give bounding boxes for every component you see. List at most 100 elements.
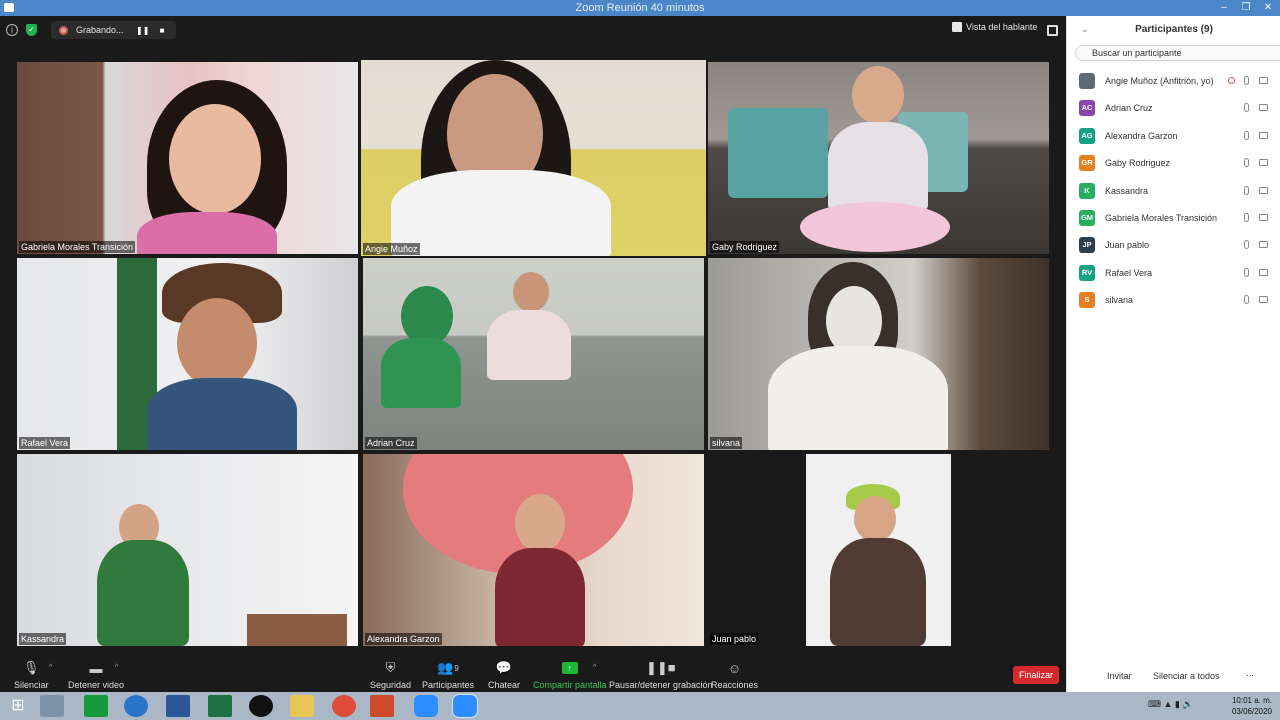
participant-camera-icon[interactable] bbox=[1259, 214, 1268, 221]
video-tile[interactable]: silvana bbox=[708, 258, 1049, 450]
microphone-icon: 🎙 bbox=[22, 660, 40, 675]
restore-icon[interactable]: ❐ bbox=[1236, 0, 1256, 16]
participant-camera-icon[interactable] bbox=[1259, 159, 1268, 167]
system-clock[interactable]: 10:01 a. m. 03/06/2020 bbox=[1232, 695, 1272, 717]
tile-name-label: Adrian Cruz bbox=[365, 437, 417, 449]
speaker-view-button[interactable]: Vista del hablante bbox=[952, 22, 1037, 32]
participant-microphone-icon[interactable] bbox=[1244, 240, 1249, 250]
recording-indicator: Grabando... ❚❚ ■ bbox=[51, 21, 176, 39]
zoom-app-icon bbox=[4, 3, 14, 12]
recording-dot-icon bbox=[59, 25, 68, 35]
participant-camera-icon[interactable] bbox=[1259, 131, 1268, 139]
zoom-app-taskbar-icon[interactable] bbox=[414, 695, 438, 717]
participant-row[interactable]: GM Gabriela Morales Transición bbox=[1079, 208, 1275, 228]
speaker-view-label: Vista del hablante bbox=[966, 22, 1038, 32]
video-tile[interactable]: Gaby Rodriguez bbox=[708, 62, 1049, 254]
encryption-shield-icon[interactable]: ✓ bbox=[26, 24, 37, 36]
participant-microphone-icon[interactable] bbox=[1244, 158, 1249, 168]
participant-camera-icon[interactable] bbox=[1259, 186, 1268, 194]
close-icon[interactable]: ✕ bbox=[1258, 0, 1278, 16]
calculator-app-icon[interactable] bbox=[84, 695, 108, 717]
stop-recording-icon[interactable]: ■ bbox=[156, 26, 168, 35]
invite-button[interactable]: Invitar bbox=[1101, 668, 1138, 684]
more-options-button[interactable]: ... bbox=[1241, 668, 1259, 678]
participant-microphone-icon[interactable] bbox=[1244, 213, 1249, 222]
tile-name-label: Angie Muñoz bbox=[363, 243, 420, 255]
participant-name: Angie Muñoz (Anfitrión, yo) bbox=[1105, 76, 1214, 86]
internet-explorer-icon[interactable] bbox=[124, 695, 148, 717]
participant-row[interactable]: AC Adrian Cruz bbox=[1079, 98, 1275, 118]
video-options-caret-icon[interactable]: ^ bbox=[115, 664, 118, 671]
mute-button[interactable]: 🎙 Silenciar bbox=[14, 660, 49, 690]
chrome-app-icon[interactable] bbox=[332, 695, 356, 717]
participant-name: silvana bbox=[1105, 295, 1134, 306]
audio-options-caret-icon[interactable]: ^ bbox=[49, 664, 52, 671]
participant-camera-icon[interactable] bbox=[1259, 268, 1268, 276]
video-tile[interactable]: Rafael Vera bbox=[17, 258, 358, 450]
windows-start-icon[interactable]: ⊞ bbox=[6, 695, 30, 717]
task-view-icon[interactable] bbox=[40, 695, 64, 717]
participants-panel: ⌄ Participantes (9) Buscar un participan… bbox=[1066, 16, 1280, 692]
participant-row[interactable]: GR Gaby Rodriguez bbox=[1079, 153, 1275, 173]
participant-name: Adrian Cruz bbox=[1105, 103, 1153, 114]
chat-button[interactable]: 💬 Chatear bbox=[488, 660, 520, 690]
info-icon[interactable]: i bbox=[6, 24, 18, 36]
participant-row[interactable]: RV Rafael Vera bbox=[1079, 263, 1275, 283]
window-title: Zoom Reunión 40 minutos bbox=[575, 2, 705, 14]
powerpoint-app-icon[interactable] bbox=[370, 695, 394, 717]
system-tray-icons[interactable]: ⌨ ▲ ▮ 🔈 bbox=[1148, 699, 1194, 710]
participant-camera-icon[interactable] bbox=[1259, 241, 1268, 249]
video-tile[interactable]: Adrian Cruz bbox=[363, 258, 704, 450]
participant-name: Gabriela Morales Transición bbox=[1105, 213, 1218, 223]
file-explorer-icon[interactable] bbox=[290, 695, 314, 717]
participant-avatar: S bbox=[1079, 292, 1095, 309]
pause-recording-icon[interactable]: ❚❚ bbox=[136, 26, 149, 35]
video-tile[interactable]: Juan pablo bbox=[708, 454, 1049, 646]
video-tile[interactable]: Alexandra Garzon bbox=[363, 454, 704, 646]
video-tile-active-speaker[interactable]: Angie Muñoz bbox=[361, 60, 706, 256]
participant-row[interactable]: K Kassandra bbox=[1079, 181, 1275, 201]
participant-camera-icon[interactable] bbox=[1259, 104, 1268, 112]
fullscreen-icon[interactable] bbox=[1047, 25, 1058, 36]
mute-all-button[interactable]: Silenciar a todos bbox=[1147, 668, 1226, 684]
media-app-icon[interactable] bbox=[249, 695, 273, 717]
excel-app-icon[interactable] bbox=[208, 695, 232, 717]
clock-time: 10:01 a. m. bbox=[1231, 696, 1272, 705]
end-meeting-button[interactable]: Finalizar bbox=[1013, 666, 1059, 684]
video-tile[interactable]: Kassandra bbox=[17, 454, 358, 646]
participant-camera-icon[interactable] bbox=[1259, 296, 1268, 304]
tile-name-label: Kassandra bbox=[19, 633, 67, 645]
participant-row[interactable]: Ssilvana bbox=[1079, 290, 1275, 310]
zoom-meeting-taskbar-icon[interactable] bbox=[452, 694, 478, 718]
word-app-icon[interactable] bbox=[166, 695, 190, 717]
participant-row[interactable]: JP Juan pablo bbox=[1079, 235, 1275, 255]
participants-panel-title: Participantes (9) bbox=[1135, 24, 1213, 35]
participants-button[interactable]: 👥 9 Participantes bbox=[422, 660, 474, 690]
participant-microphone-icon[interactable] bbox=[1244, 76, 1249, 85]
participant-camera-icon[interactable] bbox=[1259, 77, 1268, 84]
participant-microphone-icon[interactable] bbox=[1244, 130, 1249, 140]
participant-microphone-icon[interactable] bbox=[1244, 267, 1249, 277]
participant-avatar: JP bbox=[1079, 237, 1095, 254]
participant-name: Gaby Rodriguez bbox=[1105, 158, 1171, 169]
participant-microphone-icon[interactable] bbox=[1244, 185, 1249, 195]
view-grid-icon bbox=[952, 22, 962, 32]
security-button[interactable]: ⛨ Seguridad bbox=[370, 660, 411, 690]
security-shield-icon: ⛨ bbox=[385, 660, 396, 675]
participant-name: Juan pablo bbox=[1105, 240, 1150, 251]
participant-recording-icon bbox=[1228, 77, 1235, 84]
participant-search-input[interactable]: Buscar un participante bbox=[1075, 45, 1280, 61]
pause-recording-button[interactable]: ❚❚■ Pausar/detener grabación bbox=[609, 660, 713, 690]
participant-row[interactable]: AG Alexandra Garzon bbox=[1079, 126, 1275, 146]
meeting-status-bar: i ✓ Grabando... ❚❚ ■ bbox=[6, 21, 176, 39]
video-stage: i ✓ Grabando... ❚❚ ■ Vista del hablante … bbox=[0, 16, 1066, 654]
window-title-bar: Zoom Reunión 40 minutos – ❐ ✕ bbox=[0, 0, 1280, 16]
video-tile[interactable]: Gabriela Morales Transición bbox=[17, 62, 358, 254]
participant-microphone-icon[interactable] bbox=[1244, 103, 1249, 113]
share-options-caret-icon[interactable]: ^ bbox=[593, 664, 596, 671]
participant-row[interactable]: Angie Muñoz (Anfitrión, yo) bbox=[1079, 71, 1275, 91]
minimize-icon[interactable]: – bbox=[1214, 0, 1234, 16]
participant-microphone-icon[interactable] bbox=[1244, 295, 1249, 305]
participant-name: Rafael Vera bbox=[1105, 267, 1153, 278]
reactions-button[interactable]: ☺ Reacciones bbox=[711, 660, 758, 691]
